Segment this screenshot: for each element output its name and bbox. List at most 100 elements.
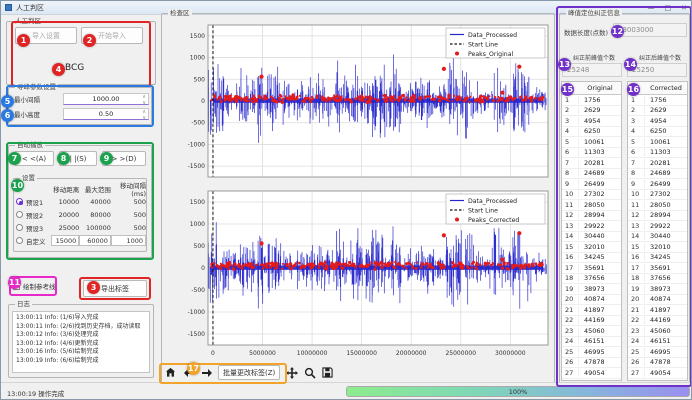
table-row[interactable]: 2040874 (562, 295, 621, 306)
table-row[interactable]: 720281 (562, 158, 621, 169)
table-row[interactable]: 1532010 (628, 242, 687, 253)
table-row[interactable]: 720281 (628, 158, 687, 169)
radio-icon[interactable] (16, 224, 23, 231)
corrected-peaks-table[interactable]: Corrected1175622629349544625051006161130… (627, 81, 688, 381)
table-row[interactable]: 1128050 (562, 200, 621, 211)
table-row[interactable]: 34954 (628, 116, 687, 127)
preset-label[interactable]: 自定义 (26, 236, 46, 246)
table-row[interactable]: 1128050 (628, 200, 687, 211)
minimize-button[interactable]: — (648, 4, 655, 12)
row-index: 14 (562, 232, 579, 240)
pause-button[interactable]: | |(S) (59, 151, 97, 166)
maximize-button[interactable]: □ (665, 4, 672, 12)
table-row[interactable]: 611303 (562, 148, 621, 159)
table-row[interactable]: 1329922 (562, 221, 621, 232)
peak-value: 20281 (579, 159, 621, 167)
table-row[interactable]: 2040874 (628, 295, 687, 306)
table-row[interactable]: 11756 (628, 95, 687, 106)
table-row[interactable]: 2749054 (628, 368, 687, 379)
step-back-button[interactable]: < <(A) (14, 151, 54, 166)
export-labels-button[interactable]: 导出标签 (83, 280, 147, 297)
table-row[interactable]: 1329922 (628, 221, 687, 232)
table-row[interactable]: 11756 (562, 95, 621, 106)
table-row[interactable]: 2244169 (562, 316, 621, 327)
min-interval-spinbox[interactable]: 1000.00 ∧∨ (63, 93, 149, 105)
custom-value-input[interactable]: 60000 (79, 235, 111, 246)
row-index: 21 (562, 306, 579, 314)
chart-bottom[interactable]: 150010005000-500-1000-150005000000100000… (164, 185, 552, 363)
table-row[interactable]: 2345060 (562, 326, 621, 337)
checkbox-icon[interactable] (13, 283, 20, 290)
chart-top[interactable]: 150010005000-500-1000-1500Data_Processed… (164, 19, 552, 185)
table-row[interactable]: 1735691 (628, 263, 687, 274)
table-row[interactable]: 510061 (628, 137, 687, 148)
table-row[interactable]: 2446151 (562, 337, 621, 348)
table-row[interactable]: 1027302 (628, 190, 687, 201)
table-row[interactable]: 824689 (628, 169, 687, 180)
home-icon[interactable] (164, 366, 177, 379)
min-height-spinbox[interactable]: 0.50 ∧∨ (63, 108, 149, 120)
row-index: 7 (628, 159, 645, 167)
svg-text:-1500: -1500 (188, 163, 206, 170)
save-icon[interactable] (321, 366, 334, 379)
radio-icon[interactable] (16, 237, 23, 244)
table-row[interactable]: 2749054 (562, 368, 621, 379)
table-row[interactable]: 510061 (562, 137, 621, 148)
table-row[interactable]: 46250 (562, 127, 621, 138)
radio-icon[interactable] (16, 211, 23, 218)
forward-arrow-icon[interactable] (200, 366, 213, 379)
table-row[interactable]: 1837656 (562, 274, 621, 285)
radio-icon[interactable] (16, 198, 23, 205)
import-settings-button[interactable]: 导入设置 (15, 27, 77, 44)
step-forward-button[interactable]: > >(D) (102, 151, 146, 166)
table-row[interactable]: 824689 (562, 169, 621, 180)
table-row[interactable]: 22629 (562, 106, 621, 117)
table-row[interactable]: 2647878 (628, 358, 687, 369)
preset-label[interactable]: 预设2 (26, 210, 43, 220)
table-row[interactable]: 1430440 (628, 232, 687, 243)
table-row[interactable]: 2345060 (628, 326, 687, 337)
preset-label[interactable]: 预设1 (26, 197, 43, 207)
table-row[interactable]: 926499 (562, 179, 621, 190)
table-row[interactable]: 2546995 (628, 347, 687, 358)
table-row[interactable]: 46250 (628, 127, 687, 138)
table-row[interactable]: 1228994 (628, 211, 687, 222)
close-button[interactable]: ✕ (681, 4, 687, 12)
table-row[interactable]: 1430440 (562, 232, 621, 243)
batch-edit-labels-button[interactable]: 批量更改标签(Z) (218, 365, 280, 380)
table-row[interactable]: 2244169 (628, 316, 687, 327)
back-arrow-icon[interactable] (182, 366, 195, 379)
spinner-arrows-icon[interactable]: ∧∨ (142, 109, 146, 121)
row-index: 21 (628, 306, 645, 314)
preset-label[interactable]: 预设3 (26, 223, 43, 233)
table-row[interactable]: 1938973 (562, 284, 621, 295)
table-row[interactable]: 1228994 (562, 211, 621, 222)
table-row[interactable]: 1634245 (562, 253, 621, 264)
table-row[interactable]: 926499 (628, 179, 687, 190)
original-peaks-table[interactable]: Original11756226293495446250510061611303… (561, 81, 622, 381)
custom-value-input[interactable]: 1000 (111, 235, 146, 246)
reference-line-checkbox[interactable]: 绘制参考线 (13, 281, 56, 291)
start-import-button[interactable]: 开始导入 (81, 27, 143, 44)
table-row[interactable]: 2141897 (562, 305, 621, 316)
table-row[interactable]: 611303 (628, 148, 687, 159)
pan-icon[interactable] (285, 366, 298, 379)
table-row[interactable]: 1634245 (628, 253, 687, 264)
table-row[interactable]: 1837656 (628, 274, 687, 285)
log-output[interactable]: 13:00:11 Info: (1/6)导入完成13:00:11 Info: (… (12, 311, 150, 373)
table-row[interactable]: 1735691 (562, 263, 621, 274)
table-row[interactable]: 34954 (562, 116, 621, 127)
zoom-icon[interactable] (303, 366, 316, 379)
table-row[interactable]: 2647878 (562, 358, 621, 369)
table-row[interactable]: 2141897 (628, 305, 687, 316)
svg-text:Start Line: Start Line (468, 42, 498, 49)
custom-value-input[interactable]: 15000 (51, 235, 79, 246)
table-row[interactable]: 2546995 (562, 347, 621, 358)
table-row[interactable]: 2446151 (628, 337, 687, 348)
preset-value: 25000 (51, 224, 79, 232)
table-row[interactable]: 1027302 (562, 190, 621, 201)
table-row[interactable]: 1532010 (562, 242, 621, 253)
table-row[interactable]: 22629 (628, 106, 687, 117)
table-row[interactable]: 1938973 (628, 284, 687, 295)
spinner-arrows-icon[interactable]: ∧∨ (142, 94, 146, 106)
